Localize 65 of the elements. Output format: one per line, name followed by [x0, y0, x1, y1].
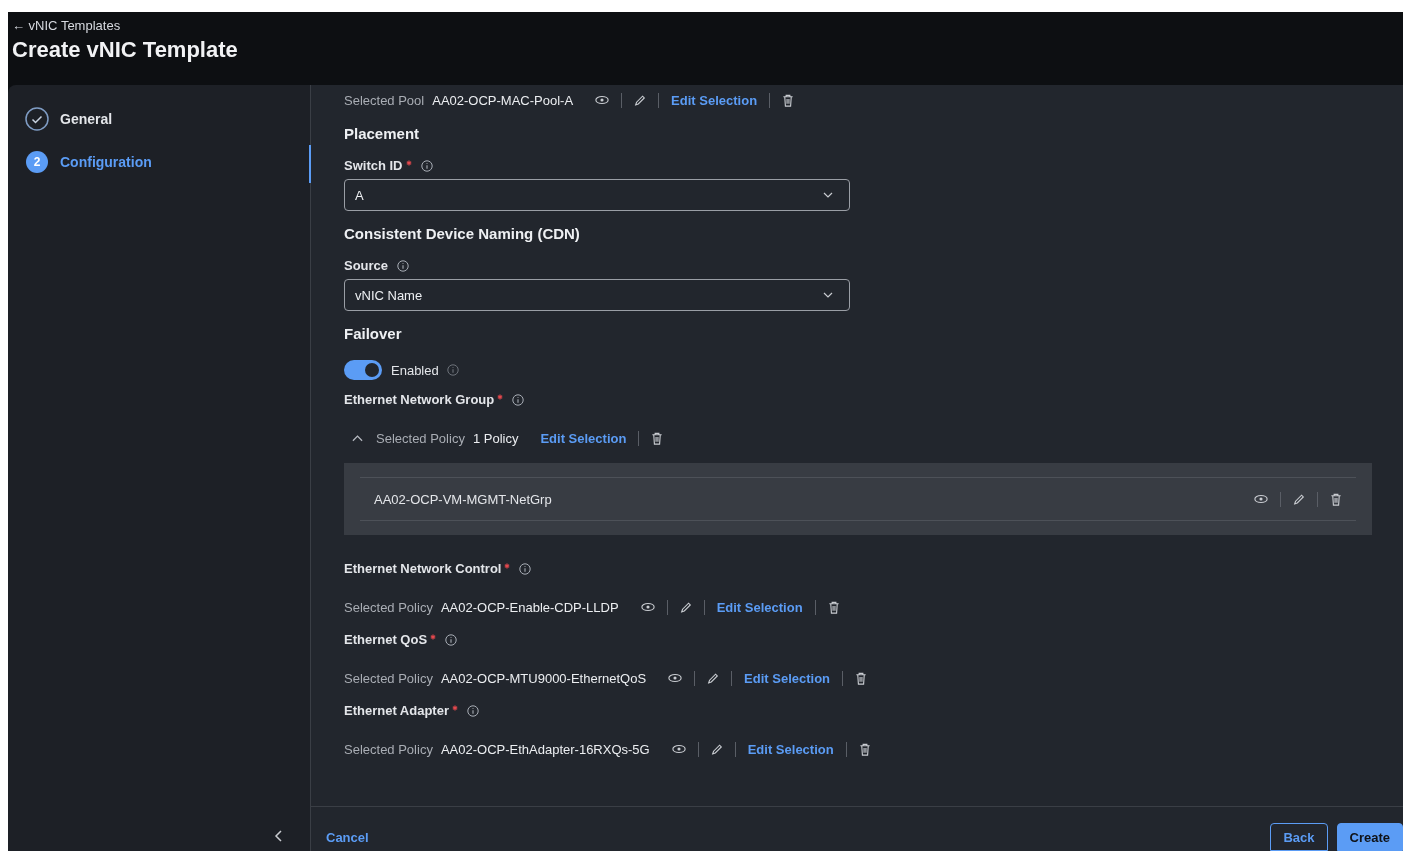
eye-icon[interactable] — [671, 744, 686, 754]
edit-selection-link[interactable]: Edit Selection — [671, 92, 758, 108]
trash-icon[interactable] — [1330, 492, 1342, 506]
pencil-icon[interactable] — [679, 600, 692, 614]
field-label: Selected Pool — [344, 92, 425, 108]
trash-icon[interactable] — [651, 431, 664, 445]
toggle-switch[interactable] — [344, 360, 382, 380]
info-icon[interactable] — [397, 259, 410, 272]
page-title: Create vNIC Template — [12, 37, 238, 63]
edit-selection-link[interactable]: Edit Selection — [744, 670, 831, 686]
pencil-icon[interactable] — [707, 671, 720, 685]
create-button[interactable]: Create — [1336, 823, 1403, 851]
section-heading: Placement — [344, 125, 421, 142]
cancel-link[interactable]: Cancel — [326, 830, 369, 845]
field-label: Selected Policy — [376, 430, 465, 446]
policy-name: AA02-OCP-EthAdapter-16RXQs-5G — [440, 741, 650, 757]
field-label: Switch ID — [344, 158, 403, 173]
dropdown-field[interactable]: A — [344, 179, 850, 211]
policy-name: AA02-OCP-VM-MGMT-NetGrp — [374, 491, 552, 507]
trash-icon[interactable] — [855, 671, 868, 685]
policy-name: AA02-OCP-MAC-Pool-A — [432, 92, 574, 108]
edit-selection-link[interactable]: Edit Selection — [747, 741, 834, 757]
info-icon[interactable] — [445, 633, 458, 646]
edit-selection-link[interactable]: Edit Selection — [540, 430, 627, 446]
field-label: Selected Policy — [344, 599, 433, 615]
trash-icon[interactable] — [827, 600, 840, 614]
eye-icon[interactable] — [595, 95, 610, 105]
caret-icon — [823, 292, 833, 298]
eye-icon[interactable] — [668, 673, 683, 683]
policy-name: AA02-OCP-MTU9000-EthernetQoS — [440, 670, 647, 686]
field-label: Ethernet Adapter — [344, 703, 449, 718]
collapse-icon[interactable] — [274, 829, 284, 843]
wizard-step[interactable]: 2 Configuration — [25, 151, 152, 173]
section-heading: Failover — [344, 325, 403, 342]
policy-name: 1 Policy — [472, 430, 519, 446]
caret-icon — [823, 192, 833, 198]
eye-icon[interactable] — [1254, 494, 1268, 504]
section-heading: Consistent Device Naming (CDN) — [344, 225, 581, 242]
trash-icon[interactable] — [858, 742, 871, 756]
policy-name: AA02-OCP-Enable-CDP-LLDP — [440, 599, 619, 615]
info-icon[interactable] — [420, 159, 433, 172]
pencil-icon[interactable] — [1293, 492, 1305, 506]
dropdown-field[interactable]: vNIC Name — [344, 279, 850, 311]
toggle-label: Enabled — [391, 362, 439, 378]
info-icon[interactable] — [512, 393, 525, 406]
pencil-icon[interactable] — [634, 93, 647, 107]
edit-selection-link[interactable]: Edit Selection — [716, 599, 803, 615]
trash-icon[interactable] — [782, 93, 795, 107]
info-icon[interactable] — [446, 364, 459, 376]
field-label: Ethernet Network Control — [344, 561, 502, 576]
field-label: Selected Policy — [344, 670, 433, 686]
field-label: Ethernet QoS — [344, 632, 428, 647]
wizard-step[interactable]: General — [25, 107, 152, 131]
field-label: Ethernet Network Group — [344, 392, 495, 407]
eye-icon[interactable] — [640, 602, 655, 612]
check-circle-icon — [25, 107, 49, 131]
chevron-icon[interactable] — [352, 434, 363, 442]
pencil-icon[interactable] — [710, 742, 723, 756]
step-number: 2 — [26, 151, 48, 173]
field-label: Selected Policy — [344, 741, 433, 757]
back-button[interactable]: Back — [1270, 823, 1328, 851]
field-label: Source — [344, 258, 389, 273]
info-icon[interactable] — [467, 704, 479, 717]
info-icon[interactable] — [519, 562, 532, 575]
breadcrumb-link[interactable]: ← vNIC Templates — [12, 18, 121, 33]
